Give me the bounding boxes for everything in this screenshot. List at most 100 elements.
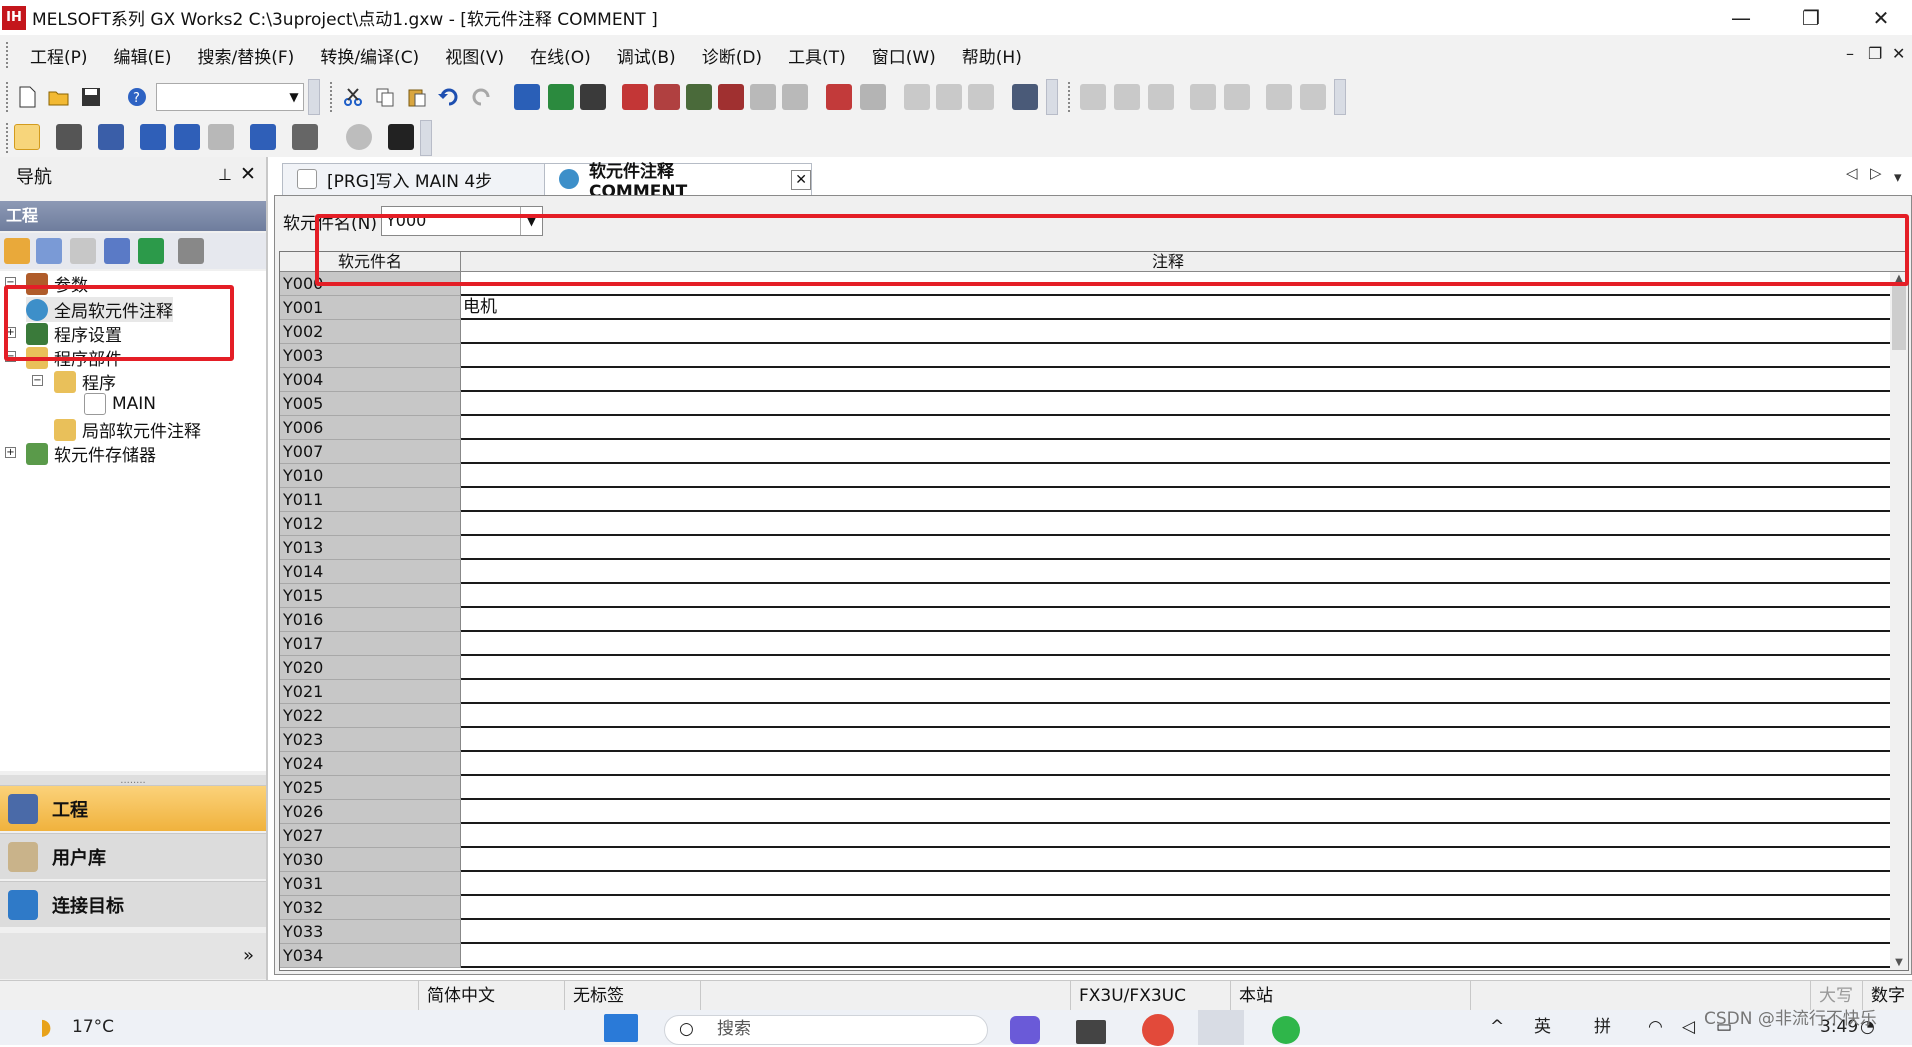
menu-window[interactable]: 窗口(W) bbox=[872, 43, 936, 68]
device-name-cell[interactable]: Y001 bbox=[280, 296, 461, 320]
menu-edit[interactable]: 编辑(E) bbox=[114, 43, 172, 68]
ladder-pulse-icon[interactable] bbox=[1148, 84, 1174, 110]
tree-item-global-device-comment[interactable]: 全局软元件注释 bbox=[26, 297, 173, 322]
device-name-cell[interactable]: Y003 bbox=[280, 344, 461, 368]
trace-icon[interactable] bbox=[1300, 84, 1326, 110]
tree-item-program-setting[interactable]: 程序设置 bbox=[26, 321, 122, 346]
copilot-icon[interactable] bbox=[1010, 1016, 1040, 1044]
tab-device-comment[interactable]: 软元件注释 COMMENT ✕ bbox=[544, 162, 812, 202]
comment-cell[interactable] bbox=[461, 272, 1892, 296]
device-name-cell[interactable]: Y000 bbox=[280, 272, 461, 296]
tree-item-local-device-comment[interactable]: 局部软元件注释 bbox=[54, 417, 201, 442]
scroll-thumb[interactable] bbox=[1892, 286, 1906, 350]
menu-diagnostics[interactable]: 诊断(D) bbox=[702, 43, 762, 68]
device-write-icon[interactable] bbox=[514, 84, 540, 110]
comment-cell[interactable] bbox=[461, 920, 1892, 944]
device-name-cell[interactable]: Y014 bbox=[280, 560, 461, 584]
tab-scroll-right-icon[interactable]: ▷ bbox=[1870, 164, 1882, 182]
comment-cell[interactable] bbox=[461, 560, 1892, 584]
comment-cell[interactable] bbox=[461, 752, 1892, 776]
mdi-close-button[interactable]: ✕ bbox=[1892, 44, 1905, 63]
column-header-device-name[interactable]: 软元件名 bbox=[280, 252, 461, 272]
device-name-cell[interactable]: Y030 bbox=[280, 848, 461, 872]
comment-cell[interactable] bbox=[461, 728, 1892, 752]
toolbar-overflow[interactable] bbox=[1046, 79, 1058, 115]
connection-icon[interactable] bbox=[1012, 84, 1038, 110]
properties-icon[interactable] bbox=[104, 238, 130, 264]
tree-item-program[interactable]: 程序 bbox=[54, 369, 116, 394]
cut-icon[interactable] bbox=[340, 84, 366, 110]
device-batch-icon[interactable] bbox=[826, 84, 852, 110]
file-explorer-icon[interactable] bbox=[1076, 1020, 1106, 1044]
comment-cell[interactable] bbox=[461, 632, 1892, 656]
menu-online[interactable]: 在线(O) bbox=[530, 43, 591, 68]
device-name-cell[interactable]: Y027 bbox=[280, 824, 461, 848]
copy-icon[interactable] bbox=[372, 84, 398, 110]
nav-button-user-library[interactable]: 用户库 bbox=[0, 833, 266, 879]
help-icon[interactable]: ? bbox=[124, 84, 150, 110]
nav-button-connection-destination[interactable]: 连接目标 bbox=[0, 881, 266, 927]
minimize-button[interactable]: — bbox=[1706, 0, 1776, 35]
chevron-down-icon[interactable]: ▼ bbox=[519, 207, 542, 235]
device-name-cell[interactable]: Y031 bbox=[280, 872, 461, 896]
wechat-icon[interactable] bbox=[1272, 1016, 1300, 1044]
device-reference-icon[interactable] bbox=[208, 124, 234, 150]
tab-list-dropdown-icon[interactable]: ▾ bbox=[1894, 168, 1902, 186]
comment-cell[interactable] bbox=[461, 584, 1892, 608]
collapse-icon[interactable]: − bbox=[5, 351, 16, 362]
comment-cell[interactable]: 电机 bbox=[461, 296, 1892, 320]
device-name-cell[interactable]: Y034 bbox=[280, 944, 461, 968]
device-name-cell[interactable]: Y021 bbox=[280, 680, 461, 704]
device-name-cell[interactable]: Y024 bbox=[280, 752, 461, 776]
menu-find-replace[interactable]: 搜索/替换(F) bbox=[198, 43, 295, 68]
toolbar-overflow[interactable] bbox=[1334, 79, 1346, 115]
toolbar-combo[interactable]: ▼ bbox=[156, 83, 304, 111]
device-read-icon[interactable] bbox=[548, 84, 574, 110]
comment-cell[interactable] bbox=[461, 464, 1892, 488]
column-header-comment[interactable]: 注释 bbox=[461, 252, 1875, 272]
menu-view[interactable]: 视图(V) bbox=[445, 43, 504, 68]
comment-cell[interactable] bbox=[461, 512, 1892, 536]
device-name-cell[interactable]: Y005 bbox=[280, 392, 461, 416]
device-comment-icon[interactable] bbox=[174, 124, 200, 150]
device-name-cell[interactable]: Y012 bbox=[280, 512, 461, 536]
vertical-scrollbar[interactable]: ▲ ▼ bbox=[1890, 272, 1908, 970]
navigation-splitter[interactable]: ........ bbox=[0, 775, 266, 786]
menu-compile[interactable]: 转换/编译(C) bbox=[320, 43, 419, 68]
step-run-icon[interactable] bbox=[904, 84, 930, 110]
menu-help[interactable]: 帮助(H) bbox=[962, 43, 1022, 68]
ladder-contact-icon[interactable] bbox=[1080, 84, 1106, 110]
restore-button[interactable]: ❐ bbox=[1776, 0, 1846, 35]
comment-cell[interactable] bbox=[461, 824, 1892, 848]
parts-selection-icon[interactable] bbox=[56, 124, 82, 150]
pin-icon[interactable]: ⊥ bbox=[218, 165, 232, 184]
device-name-cell[interactable]: Y026 bbox=[280, 800, 461, 824]
save-icon[interactable] bbox=[78, 84, 104, 110]
device-name-cell[interactable]: Y025 bbox=[280, 776, 461, 800]
comment-cell[interactable] bbox=[461, 872, 1892, 896]
output-window-icon[interactable] bbox=[98, 124, 124, 150]
device-name-cell[interactable]: Y015 bbox=[280, 584, 461, 608]
device-name-cell[interactable]: Y004 bbox=[280, 368, 461, 392]
comment-cell[interactable] bbox=[461, 680, 1892, 704]
monitor-start-icon[interactable] bbox=[750, 84, 776, 110]
device-name-cell[interactable]: Y010 bbox=[280, 464, 461, 488]
binoculars-icon[interactable] bbox=[388, 124, 414, 150]
device-test-icon[interactable] bbox=[860, 84, 886, 110]
sample-icon[interactable] bbox=[1266, 84, 1292, 110]
paste-icon[interactable] bbox=[404, 84, 430, 110]
device-name-cell[interactable]: Y017 bbox=[280, 632, 461, 656]
device-name-cell[interactable]: Y032 bbox=[280, 896, 461, 920]
device-list-icon[interactable] bbox=[140, 124, 166, 150]
menu-project[interactable]: 工程(P) bbox=[30, 43, 88, 68]
collapse-icon[interactable]: − bbox=[32, 375, 43, 386]
expand-icon[interactable]: + bbox=[5, 447, 16, 458]
device-monitor-icon[interactable] bbox=[580, 84, 606, 110]
mdi-minimize-button[interactable]: – bbox=[1846, 44, 1854, 63]
nav-button-project[interactable]: 工程 bbox=[0, 785, 266, 831]
undo-icon[interactable] bbox=[436, 84, 462, 110]
open-folder-icon[interactable] bbox=[46, 84, 72, 110]
device-name-cell[interactable]: Y033 bbox=[280, 920, 461, 944]
navigation-toggle-icon[interactable] bbox=[14, 124, 40, 150]
comment-cell[interactable] bbox=[461, 896, 1892, 920]
